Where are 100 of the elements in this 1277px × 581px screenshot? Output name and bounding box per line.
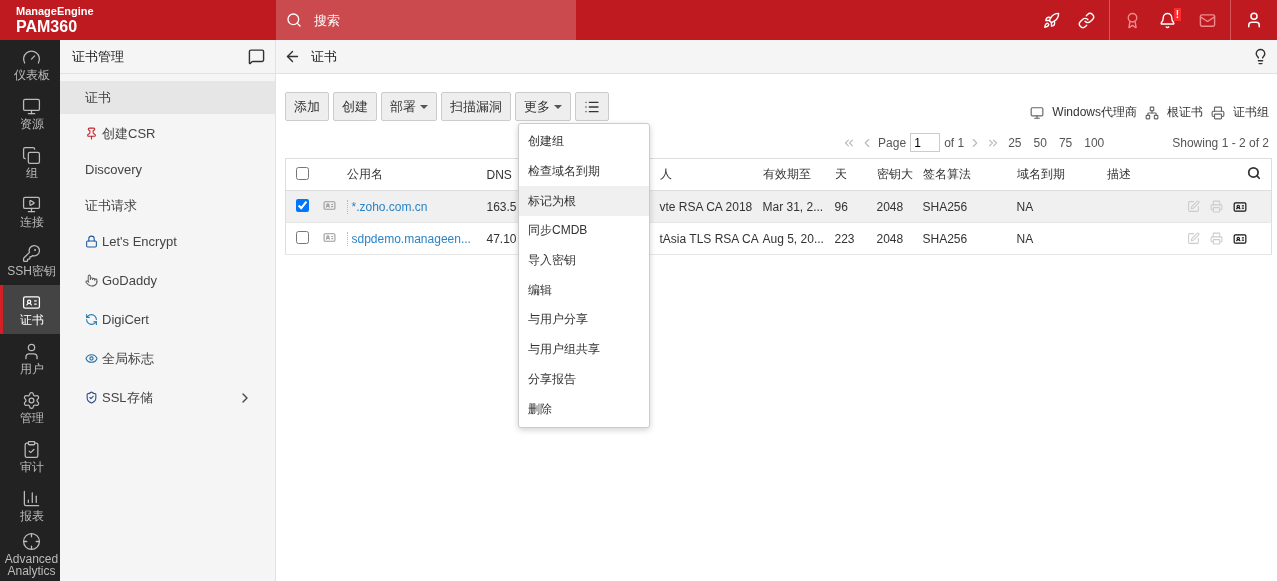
row-checkbox[interactable] — [296, 230, 309, 244]
certificate-link[interactable]: sdpdemo.manageen... — [346, 231, 471, 246]
caret-icon — [554, 104, 562, 109]
toolbar-link[interactable]: 证书组 — [1211, 104, 1269, 121]
nav-item[interactable]: 证书 — [0, 285, 60, 334]
pin-icon — [85, 127, 98, 140]
list-view-button[interactable] — [575, 92, 609, 121]
nav-item[interactable]: Advanced Analytics — [0, 530, 60, 579]
gauge-icon — [22, 48, 41, 67]
rocket-icon[interactable] — [1043, 11, 1060, 29]
menu-item[interactable]: DigiCert — [60, 303, 275, 336]
link-icon[interactable] — [1078, 11, 1095, 29]
nav-item[interactable]: 审计 — [0, 432, 60, 481]
menu-item[interactable]: 证书请求 — [60, 189, 275, 222]
table-cell: 96 — [834, 199, 848, 214]
menu-option[interactable]: 检查域名到期 — [519, 156, 649, 187]
copy-icon — [22, 146, 41, 165]
nav-item[interactable]: 报表 — [0, 481, 60, 530]
table-cell: 47.10 — [486, 231, 517, 246]
column-header[interactable]: 描述 — [1106, 167, 1131, 181]
column-header[interactable]: 密钥大 — [876, 167, 913, 181]
page-title: 证书 — [311, 47, 337, 66]
toolbar-link[interactable]: Windows代理商 — [1030, 104, 1137, 121]
menu-option[interactable]: 删除 — [519, 394, 649, 424]
menu-item[interactable]: 全局标志 — [60, 342, 275, 375]
menu-option[interactable]: 分享报告 — [519, 364, 649, 395]
table-cell: 2048 — [876, 231, 904, 246]
card-icon[interactable] — [1233, 199, 1247, 214]
toolbar-button[interactable]: 添加 — [285, 92, 329, 121]
toolbar-button[interactable]: 部署 — [381, 92, 437, 121]
search-input[interactable]: 搜索 — [312, 11, 566, 29]
column-header[interactable]: 有效期至 — [762, 167, 811, 181]
nav-item[interactable]: 仪表板 — [0, 40, 60, 89]
menu-item[interactable]: Discovery — [60, 153, 275, 186]
nav-item[interactable]: 管理 — [0, 383, 60, 432]
monitor-icon — [22, 195, 41, 214]
table-cell: Aug 5, 20... — [762, 231, 824, 246]
table-cell: NA — [1016, 199, 1034, 214]
settings-icon — [22, 391, 41, 410]
page-field[interactable]: 1 — [910, 133, 941, 152]
column-header[interactable]: 公用名 — [346, 167, 383, 181]
card-icon — [322, 230, 336, 244]
column-header[interactable]: DNS — [486, 167, 512, 182]
toolbar-button[interactable]: 更多 — [515, 92, 571, 121]
showing-count: Showing 1 - 2 of 2 — [1172, 135, 1269, 150]
menu-option[interactable]: 导入密钥 — [519, 245, 649, 276]
nav-item[interactable]: 资源 — [0, 89, 60, 138]
toolbar-link[interactable]: 根证书 — [1145, 104, 1203, 121]
nav-item[interactable]: SSH密钥 — [0, 236, 60, 285]
select-all-checkbox[interactable] — [296, 166, 309, 180]
table-cell: 2048 — [876, 199, 904, 214]
clipboard-icon — [22, 440, 41, 459]
menu-item[interactable]: 证书 — [60, 81, 275, 114]
alert-badge: ! — [1174, 7, 1181, 21]
menu-option[interactable]: 创建组 — [519, 127, 649, 157]
toolbar-button[interactable]: 创建 — [333, 92, 377, 121]
page-size-link[interactable]: 100 — [1084, 135, 1105, 150]
key-icon — [22, 244, 41, 263]
user-icon[interactable] — [1245, 11, 1263, 29]
menu-option[interactable]: 与用户组共享 — [519, 334, 649, 365]
column-header[interactable]: 签名算法 — [922, 167, 971, 181]
page-size-link[interactable]: 75 — [1058, 135, 1073, 150]
message-icon[interactable] — [248, 48, 265, 65]
row-checkbox[interactable] — [296, 198, 309, 212]
back-icon[interactable] — [284, 48, 301, 65]
menu-item[interactable]: SSL存储 — [60, 381, 275, 414]
menu-option[interactable]: 编辑 — [519, 275, 649, 306]
table-cell: SHA256 — [922, 231, 968, 246]
refresh-icon — [85, 313, 98, 326]
nav-item[interactable]: 组 — [0, 138, 60, 187]
company-name: ManageEngine — [16, 4, 95, 18]
search-icon[interactable] — [1247, 166, 1261, 180]
printer-icon — [1211, 105, 1225, 120]
menu-item[interactable]: GoDaddy — [60, 264, 275, 297]
menu-option[interactable]: 标记为根 — [519, 186, 649, 217]
product-name: PAM360 — [16, 17, 79, 36]
column-header[interactable]: 域名到期 — [1016, 167, 1065, 181]
page-size-link[interactable]: 50 — [1033, 135, 1047, 150]
mail-icon[interactable] — [1199, 11, 1216, 29]
column-header[interactable]: 天 — [834, 167, 847, 181]
menu-item[interactable]: Let's Encrypt — [60, 225, 275, 258]
menu-item[interactable]: 创建CSR — [60, 117, 275, 150]
monitor-icon — [22, 97, 41, 116]
page-size-link[interactable]: 25 — [1008, 135, 1022, 150]
page-label: Page — [878, 135, 907, 150]
bell-icon[interactable] — [1159, 11, 1176, 29]
nav-item[interactable]: 连接 — [0, 187, 60, 236]
certificate-link[interactable]: *.zoho.com.cn — [346, 199, 428, 214]
menu-option[interactable]: 同步CMDB — [519, 216, 649, 246]
table-cell: SHA256 — [922, 199, 968, 214]
network-icon — [1145, 105, 1159, 120]
toolbar-button[interactable]: 扫描漏洞 — [441, 92, 511, 121]
nav-item[interactable]: 用户 — [0, 334, 60, 383]
search-field[interactable]: 搜索 — [276, 0, 576, 40]
card-icon[interactable] — [1233, 231, 1247, 246]
page-count: of 1 — [944, 135, 965, 150]
eye-icon — [85, 352, 98, 365]
menu-option[interactable]: 与用户分享 — [519, 305, 649, 335]
column-header[interactable]: 人 — [659, 167, 672, 181]
pointer-icon — [85, 274, 98, 287]
